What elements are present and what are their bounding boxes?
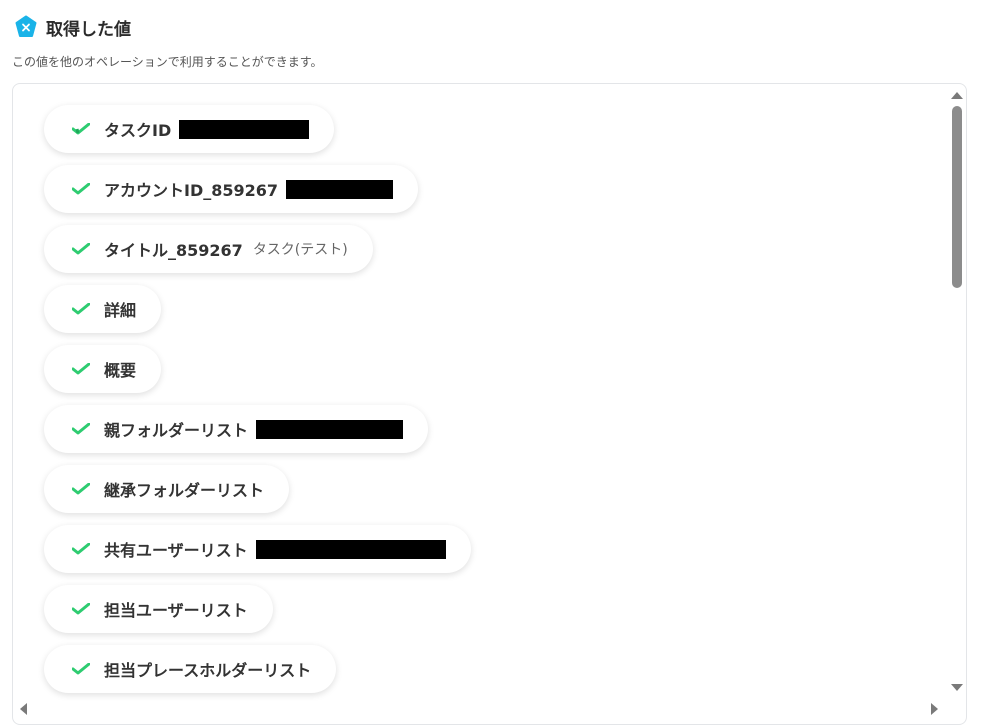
chip-label: タスクID (104, 121, 172, 140)
check-icon (72, 423, 90, 435)
chip-label: 継承フォルダーリスト (104, 481, 265, 500)
value-chip-assigned-users[interactable]: 担当ユーザーリスト (44, 585, 273, 633)
chip-value: タスク(テスト) (252, 242, 348, 258)
chip-label: アカウントID_859267 (104, 181, 279, 200)
section-description: この値を他のオペレーションで利用することができます。 (12, 55, 323, 69)
vertical-scrollbar[interactable] (948, 84, 966, 724)
value-chip-title[interactable]: タイトル_859267 タスク(テスト) (44, 225, 373, 273)
chip-label: 親フォルダーリスト (104, 421, 249, 440)
chip-label: 担当ユーザーリスト (104, 601, 248, 620)
value-chip-assigned-placeholders[interactable]: 担当プレースホルダーリスト (44, 645, 337, 693)
redacted-value (256, 419, 404, 439)
redacted-value (286, 179, 394, 199)
x-badge-icon (15, 15, 37, 37)
value-chip-parent-folders[interactable]: 親フォルダーリスト (44, 405, 429, 453)
check-icon (72, 243, 90, 255)
scroll-right-arrow-icon[interactable] (931, 703, 938, 715)
chip-label: タイトル_859267 (104, 241, 243, 260)
check-icon (72, 603, 90, 615)
redacted-value (179, 119, 310, 139)
check-icon (72, 663, 90, 675)
check-icon (72, 363, 90, 375)
scroll-thumb[interactable] (952, 106, 962, 288)
check-icon (72, 483, 90, 495)
scroll-down-arrow-icon[interactable] (951, 684, 963, 691)
chip-label: 詳細 (104, 301, 137, 320)
value-chip-detail[interactable]: 詳細 (44, 285, 162, 333)
chip-label: 共有ユーザーリスト (104, 541, 248, 560)
value-chip-inherited-folders[interactable]: 継承フォルダーリスト (44, 465, 290, 513)
scroll-left-arrow-icon[interactable] (20, 703, 27, 715)
value-chip-task-id[interactable]: タスクID (44, 105, 335, 153)
scroll-up-arrow-icon[interactable] (951, 92, 963, 99)
page-title: 取得した値 (46, 19, 131, 40)
value-chip-account-id[interactable]: アカウントID_859267 (44, 165, 419, 213)
section-header: 取得した値 (14, 15, 131, 40)
value-list: タスクID アカウントID_859267 タイトル_859267 タスク(テスト… (44, 105, 471, 705)
redacted-value (255, 539, 446, 559)
values-panel: タスクID アカウントID_859267 タイトル_859267 タスク(テスト… (12, 83, 967, 725)
value-chip-shared-users[interactable]: 共有ユーザーリスト (44, 525, 471, 573)
check-icon (72, 303, 90, 315)
chip-label: 概要 (104, 361, 137, 380)
value-chip-summary[interactable]: 概要 (44, 345, 162, 393)
chip-label: 担当プレースホルダーリスト (104, 661, 312, 680)
check-icon (72, 543, 90, 555)
check-icon (72, 183, 90, 195)
check-icon (72, 123, 90, 135)
